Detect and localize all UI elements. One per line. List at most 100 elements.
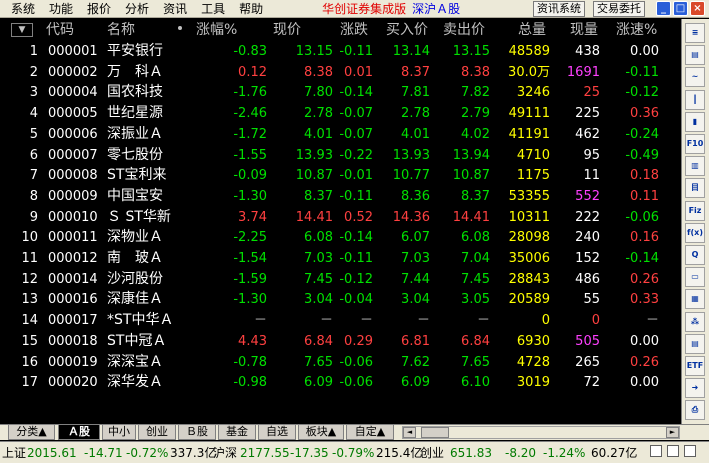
col-chg[interactable]: 涨跌: [340, 21, 368, 39]
table-row[interactable]: 6 000007 零七股份 -1.55 13.93 -0.22 13.93 13.94 4710…: [0, 145, 681, 166]
table-row[interactable]: 2 000002 万 科Ａ 0.12 8.38 0.01 8.37 8.38 30.0万 1691…: [0, 62, 681, 83]
table-row[interactable]: 10 000011 深物业Ａ -2.25 6.08 -0.14 6.07 6.08 28098 2…: [0, 227, 681, 248]
ask-price: 6.08: [461, 230, 490, 246]
bid-price: 6.81: [401, 333, 430, 349]
row-index: 1: [29, 44, 38, 59]
trade-order-button[interactable]: 交易委托: [593, 1, 645, 17]
minimize-button[interactable]: _: [656, 1, 671, 16]
col-name[interactable]: 名称: [107, 21, 135, 39]
cy-label: 创业: [420, 446, 445, 460]
table-row[interactable]: 13 000016 深康佳Ａ -1.30 3.04 -0.04 3.04 3.05 20589 5…: [0, 289, 681, 310]
menu-system[interactable]: 系统: [0, 0, 42, 18]
table-row[interactable]: 3 000004 国农科技 -1.76 7.80 -0.14 7.81 7.82 3246 25 -…: [0, 82, 681, 103]
dice-icon[interactable]: ⁂: [685, 311, 705, 332]
scroll-right-button[interactable]: ►: [666, 427, 679, 438]
table-row[interactable]: 8 000009 中国宝安 -1.30 8.37 -0.11 8.36 8.37 53355 55…: [0, 186, 681, 207]
table-row[interactable]: 7 000008 ST宝利来 -0.09 10.87 -0.01 10.77 10.87 117…: [0, 165, 681, 186]
col-ask[interactable]: 卖出价: [443, 21, 485, 39]
change: -0.06: [339, 354, 373, 370]
tab-sector[interactable]: 板块▲: [298, 425, 344, 440]
calc-icon[interactable]: ▤: [685, 333, 705, 354]
report-icon[interactable]: 目: [685, 178, 705, 199]
fx-icon[interactable]: f(x): [685, 222, 705, 243]
scroll-left-button[interactable]: ◄: [403, 427, 416, 438]
volume: 6930: [516, 333, 550, 349]
table-row[interactable]: 17 000020 深华发Ａ -0.98 6.09 -0.06 6.09 6.10 3019 72…: [0, 372, 681, 393]
etf-icon[interactable]: ETF: [685, 356, 705, 376]
app-title: 华创证券集成版: [322, 2, 407, 16]
list-icon[interactable]: ▤: [685, 45, 705, 66]
volume: 53355: [508, 188, 550, 204]
change-pct: 3.74: [238, 209, 267, 225]
menu-info[interactable]: 资讯: [156, 0, 194, 18]
table-row[interactable]: 5 000006 深振业Ａ -1.72 4.01 -0.07 4.01 4.02 41191 46…: [0, 124, 681, 145]
tab-chinext[interactable]: 创业: [138, 425, 176, 440]
sort-indicator[interactable]: ▼: [11, 23, 33, 37]
status-icon-3[interactable]: [684, 445, 696, 457]
exit-icon[interactable]: ➜: [685, 378, 705, 399]
quote-table: ▼ 代码 名称 涨幅% 现价 涨跌 买入价 卖出价 总量 现量 涨速% 1 000…: [0, 19, 681, 424]
current-volume: 152: [575, 251, 600, 266]
menu-tools[interactable]: 工具: [194, 0, 232, 18]
stock-name: ST宝利来: [107, 167, 167, 184]
close-button[interactable]: ×: [690, 1, 705, 16]
info-system-button[interactable]: 资讯系统: [533, 1, 585, 17]
speed-pct: 0.26: [630, 354, 659, 370]
col-volume[interactable]: 总量: [518, 21, 546, 39]
news-icon[interactable]: ▦: [685, 289, 705, 310]
table-row[interactable]: 1 000001 平安银行 -0.83 13.15 -0.11 13.14 13.15 4858…: [0, 41, 681, 62]
change: -0.11: [339, 44, 373, 59]
fiz-icon[interactable]: Fiz: [685, 200, 705, 221]
print-icon[interactable]: ⎙: [685, 400, 705, 421]
f10-icon[interactable]: F10: [685, 134, 705, 154]
stock-code: 000005: [48, 106, 98, 122]
search-icon[interactable]: Q: [685, 245, 705, 265]
volume: 49111: [508, 106, 550, 122]
scroll-thumb[interactable]: [421, 427, 449, 438]
table-row[interactable]: 4 000005 世纪星源 -2.46 2.78 -0.07 2.78 2.79 49111 22…: [0, 103, 681, 124]
row-index: 4: [29, 106, 38, 122]
menu-help[interactable]: 帮助: [232, 0, 270, 18]
tab-a-shares[interactable]: Ａ股: [58, 425, 100, 440]
table-row[interactable]: 11 000012 南 玻Ａ -1.54 7.03 -0.11 7.03 7.04 35006 1…: [0, 248, 681, 269]
stock-code: 000008: [48, 168, 98, 184]
cy-change: -8.20: [505, 446, 537, 460]
col-code[interactable]: 代码: [46, 21, 74, 39]
col-speed[interactable]: 涨速%: [616, 21, 657, 39]
stock-code: 000009: [48, 188, 98, 204]
price: 7.03: [304, 251, 333, 266]
tab-category[interactable]: 分类▲: [8, 425, 55, 440]
menu-quote[interactable]: 报价: [80, 0, 118, 18]
tab-sme[interactable]: 中小: [102, 425, 136, 440]
menu-analysis[interactable]: 分析: [118, 0, 156, 18]
table-row[interactable]: 12 000014 沙河股份 -1.59 7.45 -0.12 7.44 7.45 28843 4…: [0, 269, 681, 290]
bid-price: 7.44: [401, 271, 430, 287]
col-chg-pct[interactable]: 涨幅%: [196, 21, 237, 39]
bar-chart-icon[interactable]: ▮: [685, 111, 705, 132]
folder-icon[interactable]: ▭: [685, 267, 705, 288]
change: -0.12: [339, 271, 373, 287]
book-icon[interactable]: ▥: [685, 156, 705, 177]
table-row[interactable]: 15 000018 ST中冠Ａ 4.43 6.84 0.29 6.81 6.84 6930 505…: [0, 331, 681, 352]
tab-watchlist[interactable]: 自选: [258, 425, 296, 440]
speed-pct: 0.00: [630, 44, 659, 59]
stock-name: 国农科技: [107, 84, 163, 101]
table-row[interactable]: 14 000017 *ST中华Ａ － － － － － 0 0 －: [0, 310, 681, 331]
col-price[interactable]: 现价: [273, 21, 301, 39]
menu-function[interactable]: 功能: [42, 0, 80, 18]
table-row[interactable]: 9 000010 Ｓ ST华新 3.74 14.41 0.52 14.36 14.41 1031…: [0, 207, 681, 228]
table-row[interactable]: 16 000019 深深宝Ａ -0.78 7.65 -0.06 7.62 7.65 4728 26…: [0, 352, 681, 373]
status-icon-2[interactable]: [667, 445, 679, 457]
kline-icon[interactable]: ┃: [685, 89, 705, 110]
col-cur-volume[interactable]: 现量: [570, 21, 598, 39]
status-icon-1[interactable]: [650, 445, 662, 457]
tab-custom[interactable]: 自定▲: [346, 425, 394, 440]
col-bid[interactable]: 买入价: [386, 21, 428, 39]
line-chart-icon[interactable]: ~: [685, 67, 705, 88]
tab-funds[interactable]: 基金: [218, 425, 256, 440]
current-volume: 95: [583, 147, 600, 163]
horizontal-scrollbar[interactable]: ◄ ►: [402, 426, 680, 439]
maximize-button[interactable]: □: [673, 1, 688, 16]
tab-b-shares[interactable]: Ｂ股: [178, 425, 216, 440]
doc-icon[interactable]: ≡: [685, 23, 705, 43]
